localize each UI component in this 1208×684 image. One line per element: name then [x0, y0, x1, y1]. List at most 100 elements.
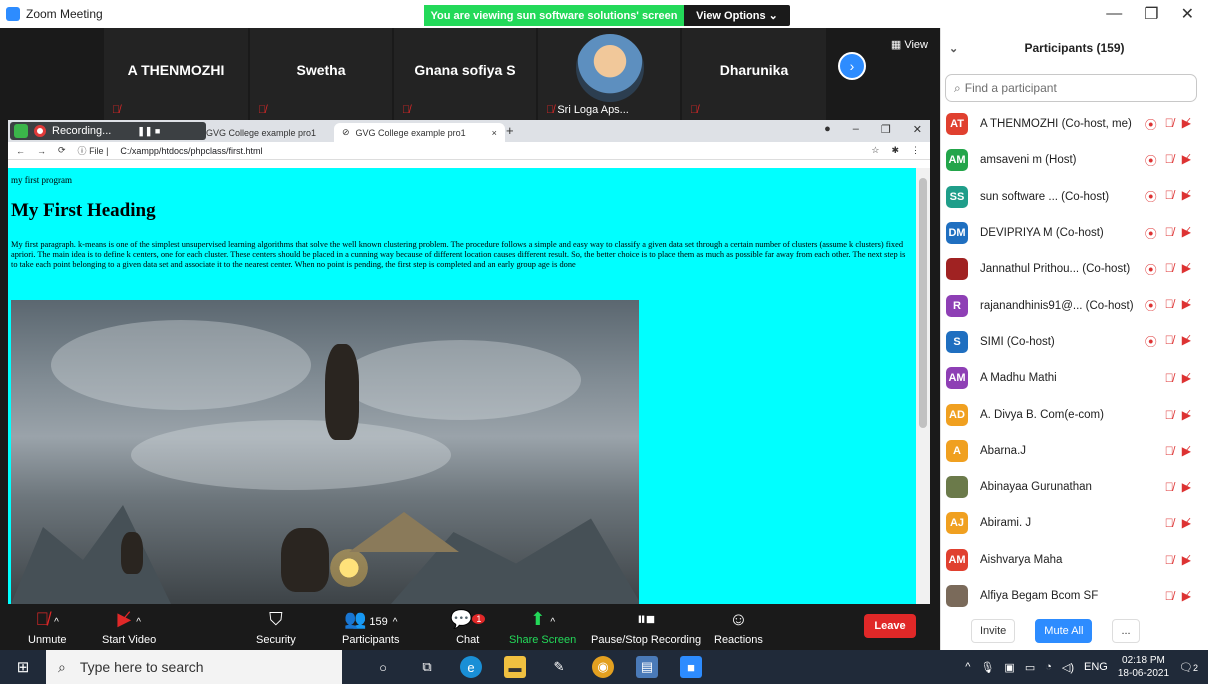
participant-row[interactable]: AM Aishvarya Maha 🎙̸ ▶̸: [941, 542, 1208, 578]
file-explorer-icon[interactable]: ▬: [504, 656, 526, 678]
zoom-icon[interactable]: ■: [680, 656, 702, 678]
participant-row[interactable]: AM amsaveni m (Host) ⦿ 🎙̸ ▶̸: [941, 142, 1208, 178]
pause-stop-recording-button[interactable]: ⏸⏹ Pause/Stop Recording: [591, 606, 701, 646]
muted-mic-icon: 🎙̸: [112, 104, 121, 116]
participant-row[interactable]: Abinayaa Gurunathan 🎙̸ ▶̸: [941, 469, 1208, 505]
recording-label: Recording...: [52, 125, 112, 137]
mountain-shape: [11, 505, 171, 604]
participant-name: amsaveni m (Host): [980, 154, 1077, 167]
participants-button[interactable]: 👥 159 ^ Participants: [342, 606, 399, 646]
leave-button[interactable]: Leave: [864, 614, 916, 638]
video-off-icon: ▶̸: [1181, 480, 1191, 495]
participant-row[interactable]: S SIMI (Co-host) ⦿ 🎙̸ ▶̸: [941, 324, 1208, 360]
tab-close-icon[interactable]: ×: [492, 128, 497, 138]
browser-tab[interactable]: GVG College example pro1 ×: [198, 123, 355, 142]
chat-label: Chat: [456, 634, 480, 646]
minimize-icon[interactable]: –: [853, 123, 859, 136]
video-off-icon: ▶̸: [1181, 115, 1191, 130]
scrollbar-thumb[interactable]: [919, 178, 927, 428]
clock[interactable]: 02:18 PM 18-06-2021: [1118, 654, 1169, 680]
video-tile[interactable]: Dharunika 🎙̸: [682, 28, 826, 120]
pen-app-icon[interactable]: ✎: [548, 656, 570, 678]
chat-button[interactable]: 💬 1 Chat: [450, 606, 486, 646]
chevron-up-icon[interactable]: ^: [965, 661, 970, 673]
address-bar[interactable]: ← → ⟳ ⓘ File | C:/xampp/htdocs/phpclass/…: [8, 142, 930, 160]
participant-row[interactable]: A Abarna.J 🎙̸ ▶̸: [941, 433, 1208, 469]
menu-icon[interactable]: ⋮: [911, 145, 920, 156]
reactions-button[interactable]: ☺ Reactions: [714, 606, 763, 646]
page-scrollbar[interactable]: [916, 168, 930, 604]
participant-search-input[interactable]: ⌕ Find a participant: [945, 74, 1197, 102]
browser-tab-active[interactable]: ⊘ GVG College example pro1 ×: [334, 123, 505, 142]
cortana-icon[interactable]: ○: [372, 656, 394, 678]
video-tile[interactable]: Swetha 🎙̸: [250, 28, 392, 120]
next-page-button[interactable]: ›: [838, 52, 866, 80]
device-icon[interactable]: ▣: [1004, 661, 1014, 674]
chevron-down-icon[interactable]: ⌄: [949, 42, 958, 55]
unmute-button[interactable]: 🎙̸ ^ Unmute: [28, 606, 67, 646]
start-video-button[interactable]: ▶̸ ^ Start Video: [102, 606, 156, 646]
language-indicator[interactable]: ENG: [1084, 661, 1108, 673]
video-tile[interactable]: A THENMOZHI 🎙̸: [104, 28, 248, 120]
video-tile[interactable]: 🎙̸ Sri Loga Aps...: [538, 28, 680, 120]
meeting-toolbar: 🎙̸ ^ Unmute ▶̸ ^ Start Video ⛉ Security …: [0, 604, 940, 650]
taskbar-search[interactable]: ⌕ Type here to search: [46, 650, 342, 684]
edge-icon[interactable]: e: [460, 656, 482, 678]
wifi-icon[interactable]: ◔: [1045, 661, 1052, 673]
participant-name: DEVIPRIYA M (Co-host): [980, 227, 1104, 240]
mic-icon[interactable]: 🎙: [980, 661, 994, 674]
participant-row[interactable]: AD A. Divya B. Com(e-com) 🎙̸ ▶̸: [941, 396, 1208, 432]
profile-icon[interactable]: ●: [824, 123, 831, 136]
notification-icon[interactable]: 🗨2: [1179, 661, 1198, 674]
security-button[interactable]: ⛉ Security: [256, 606, 296, 646]
participants-label: Participants: [342, 634, 400, 646]
chrome-icon[interactable]: ◉: [592, 656, 614, 678]
participant-name: Gnana sofiya S: [414, 62, 516, 78]
restore-button[interactable]: ❐: [1144, 4, 1158, 24]
url-text[interactable]: C:/xampp/htdocs/phpclass/first.html: [120, 146, 262, 156]
close-button[interactable]: ✕: [1181, 4, 1194, 24]
minimize-button[interactable]: —: [1106, 5, 1122, 23]
recording-indicator[interactable]: Recording... ❚❚ ■: [10, 122, 206, 140]
windows-start-icon[interactable]: ⊞: [0, 650, 46, 684]
invite-button[interactable]: Invite: [971, 619, 1016, 643]
avatar: AD: [946, 403, 968, 426]
extensions-icon[interactable]: ✱: [891, 145, 899, 156]
participant-row[interactable]: DM DEVIPRIYA M (Co-host) ⦿ 🎙̸ ▶̸: [941, 215, 1208, 251]
notepad-icon[interactable]: ▤: [636, 656, 658, 678]
more-button[interactable]: ...: [1112, 619, 1140, 643]
star-icon[interactable]: ☆: [871, 145, 879, 156]
participant-name: Abinayaa Gurunathan: [980, 481, 1092, 494]
recording-icon: ⦿: [1144, 335, 1157, 350]
reload-icon[interactable]: ⟳: [58, 145, 66, 156]
taskbar-search-placeholder: Type here to search: [79, 659, 204, 675]
mute-all-button[interactable]: Mute All: [1035, 619, 1093, 643]
participant-row[interactable]: Alfiya Begam Bcom SF 🎙̸ ▶̸: [941, 578, 1208, 614]
back-icon[interactable]: ←: [16, 146, 25, 156]
shield-icon: [14, 124, 28, 138]
video-tile[interactable]: Gnana sofiya S 🎙̸: [394, 28, 536, 120]
participant-row[interactable]: AT A THENMOZHI (Co-host, me) ⦿ 🎙̸ ▶̸: [941, 106, 1208, 142]
forward-icon[interactable]: →: [37, 146, 46, 156]
battery-icon[interactable]: ▭: [1025, 661, 1035, 674]
participant-row[interactable]: AM A Madhu Mathi 🎙̸ ▶̸: [941, 360, 1208, 396]
view-button[interactable]: ▦ View: [891, 38, 928, 51]
participant-row[interactable]: SS sun software ... (Co-host) ⦿ 🎙̸ ▶̸: [941, 179, 1208, 215]
muted-mic-icon: 🎙̸: [1164, 260, 1174, 275]
restore-icon[interactable]: ❐: [881, 123, 891, 136]
chat-badge: 1: [472, 614, 486, 624]
participant-row[interactable]: Jannathul Prithou... (Co-host) ⦿ 🎙̸ ▶̸: [941, 251, 1208, 287]
volume-icon[interactable]: ◁): [1062, 661, 1074, 674]
video-off-icon: ▶̸: [1181, 589, 1191, 603]
task-view-icon[interactable]: ⧉: [416, 656, 438, 678]
avatar: AM: [946, 548, 968, 571]
participant-row[interactable]: Rrajanandhinis91@... (Co-host) ⦿ 🎙̸ ▶̸: [941, 287, 1208, 323]
view-options-button[interactable]: View Options ⌄: [684, 5, 790, 26]
participant-status-icons: 🎙̸ ▶̸: [1165, 516, 1191, 530]
participant-row[interactable]: AJ Abirami. J 🎙̸ ▶̸: [941, 505, 1208, 541]
new-tab-button[interactable]: +: [506, 123, 514, 138]
video-off-icon: ▶̸ ^: [117, 609, 141, 629]
close-icon[interactable]: ✕: [913, 123, 922, 136]
pause-icon[interactable]: ❚❚ ■: [137, 126, 160, 137]
share-screen-button[interactable]: ⬆ ^ Share Screen: [509, 606, 576, 646]
